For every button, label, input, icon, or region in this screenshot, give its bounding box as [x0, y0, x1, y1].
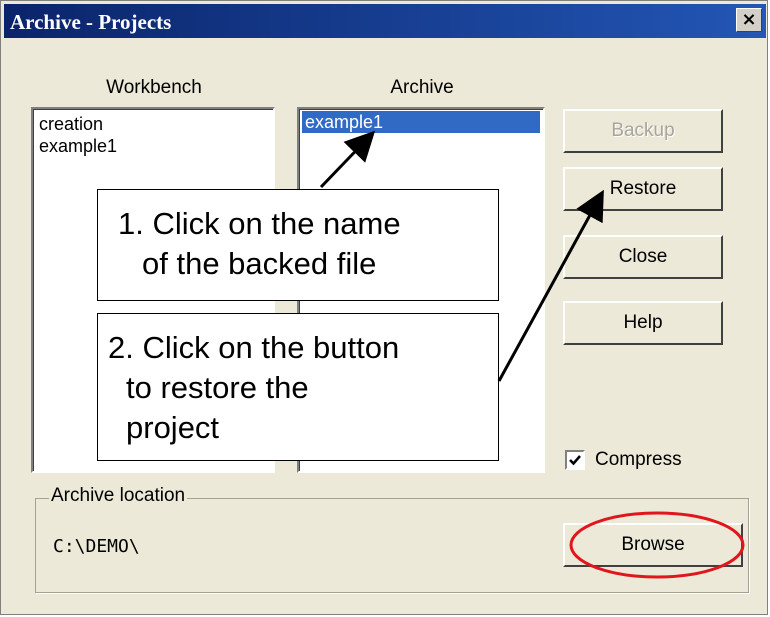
browse-highlight-ring: [569, 511, 745, 579]
annotation-overlay: [319, 130, 745, 579]
archive-projects-dialog: Archive - Projects × Workbench creation …: [0, 0, 768, 615]
arrow-to-restore-button: [497, 189, 604, 382]
arrow-to-archive-item: [319, 130, 376, 189]
